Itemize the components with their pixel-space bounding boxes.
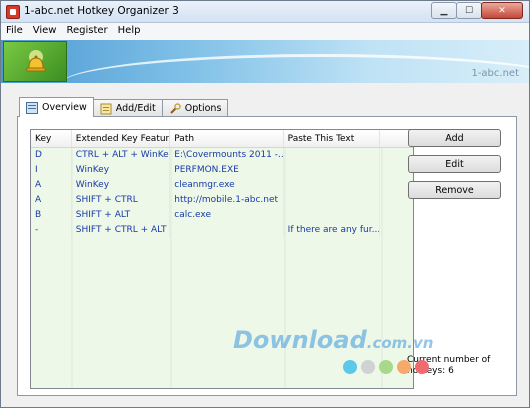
menu-file[interactable]: File [1, 23, 28, 40]
watermark: Download.com.vn [233, 326, 433, 354]
app-window: 1-abc.net Hotkey Organizer 3 ▁ ☐ ✕ File … [0, 0, 530, 408]
table-row[interactable]: - SHIFT + CTRL + ALT If there are any fur.… [31, 223, 413, 238]
watermark-dot [361, 360, 375, 374]
table-row[interactable]: A SHIFT + CTRL http://mobile.1-abc.net [31, 193, 413, 208]
table-row[interactable]: A WinKey cleanmgr.exe [31, 178, 413, 193]
cell-extended-key-feature: WinKey [72, 163, 171, 178]
remove-button[interactable]: Remove [408, 181, 501, 199]
column-header-paste-text[interactable]: Paste This Text [284, 130, 381, 147]
minimize-button[interactable]: ▁ [431, 2, 457, 19]
table-row[interactable]: D CTRL + ALT + WinKey E:\Covermounts 2011 … [31, 148, 413, 163]
list-body: D CTRL + ALT + WinKey E:\Covermounts 2011 … [31, 148, 413, 238]
minimize-icon: ▁ [440, 5, 448, 16]
table-row[interactable]: I WinKey PERFMON.EXE [31, 163, 413, 178]
cell-extended-key-feature: WinKey [72, 178, 171, 193]
cell-extra [380, 208, 413, 223]
close-button[interactable]: ✕ [481, 2, 523, 19]
watermark-dot [397, 360, 411, 374]
list-header: Key Extended Key Feature Path Paste This… [31, 130, 413, 148]
tab-add-edit-label: Add/Edit [115, 103, 156, 114]
cell-key: D [31, 148, 72, 163]
window-controls: ▁ ☐ ✕ [431, 2, 523, 19]
cell-path: cleanmgr.exe [170, 178, 284, 193]
cell-key: B [31, 208, 72, 223]
tab-overview-label: Overview [42, 102, 87, 113]
title-bar[interactable]: 1-abc.net Hotkey Organizer 3 ▁ ☐ ✕ [1, 1, 529, 23]
cell-paste-text [284, 178, 381, 193]
maximize-icon: ☐ [464, 5, 474, 16]
cell-path [170, 223, 284, 238]
tab-options-label: Options [184, 103, 222, 114]
cell-extended-key-feature: SHIFT + CTRL [72, 193, 171, 208]
wrench-icon [170, 102, 181, 114]
cell-key: I [31, 163, 72, 178]
cell-key: A [31, 178, 72, 193]
menu-bar: File View Register Help [1, 23, 529, 40]
cell-paste-text [284, 148, 381, 163]
maximize-button[interactable]: ☐ [456, 2, 482, 19]
tab-add-edit[interactable]: Add/Edit [92, 99, 163, 117]
column-header-key[interactable]: Key [31, 130, 72, 147]
cell-path: http://mobile.1-abc.net [170, 193, 284, 208]
watermark-dots [343, 360, 433, 374]
cell-key: - [31, 223, 72, 238]
menu-register[interactable]: Register [61, 23, 112, 40]
cell-path: calc.exe [170, 208, 284, 223]
app-icon [6, 5, 20, 19]
tab-options[interactable]: Options [161, 99, 229, 117]
cell-extended-key-feature: SHIFT + ALT [72, 208, 171, 223]
watermark-dot [379, 360, 393, 374]
tab-bar: Overview Add/Edit Options [19, 97, 229, 117]
menu-view[interactable]: View [28, 23, 62, 40]
cell-extra [380, 223, 413, 238]
notepad-icon [100, 103, 112, 114]
table-row[interactable]: B SHIFT + ALT calc.exe [31, 208, 413, 223]
watermark-main: Download [233, 326, 367, 354]
cell-paste-text: If there are any fur... [284, 223, 381, 238]
cell-paste-text [284, 163, 381, 178]
cell-paste-text [284, 208, 381, 223]
cell-paste-text [284, 193, 381, 208]
banner-brand: 1-abc.net [471, 68, 519, 79]
column-header-extended-key-feature[interactable]: Extended Key Feature [72, 130, 171, 147]
tab-overview[interactable]: Overview [19, 97, 94, 117]
window-title: 1-abc.net Hotkey Organizer 3 [24, 5, 179, 17]
menu-help[interactable]: Help [113, 23, 146, 40]
close-icon: ✕ [498, 5, 506, 16]
overview-panel: Key Extended Key Feature Path Paste This… [17, 116, 517, 396]
cell-path: E:\Covermounts 2011 -... [170, 148, 284, 163]
banner-wave [61, 54, 529, 83]
overview-icon [26, 101, 38, 114]
bell-icon [26, 50, 46, 72]
cell-key: A [31, 193, 72, 208]
watermark-dot [343, 360, 357, 374]
banner-logo [3, 41, 67, 82]
column-header-path[interactable]: Path [170, 130, 284, 147]
cell-path: PERFMON.EXE [170, 163, 284, 178]
add-button[interactable]: Add [408, 129, 501, 147]
header-banner: 1-abc.net [1, 40, 529, 83]
watermark-dot [415, 360, 429, 374]
cell-extended-key-feature: CTRL + ALT + WinKey [72, 148, 171, 163]
cell-extended-key-feature: SHIFT + CTRL + ALT [72, 223, 171, 238]
watermark-sub: .com.vn [366, 334, 434, 352]
edit-button[interactable]: Edit [408, 155, 501, 173]
